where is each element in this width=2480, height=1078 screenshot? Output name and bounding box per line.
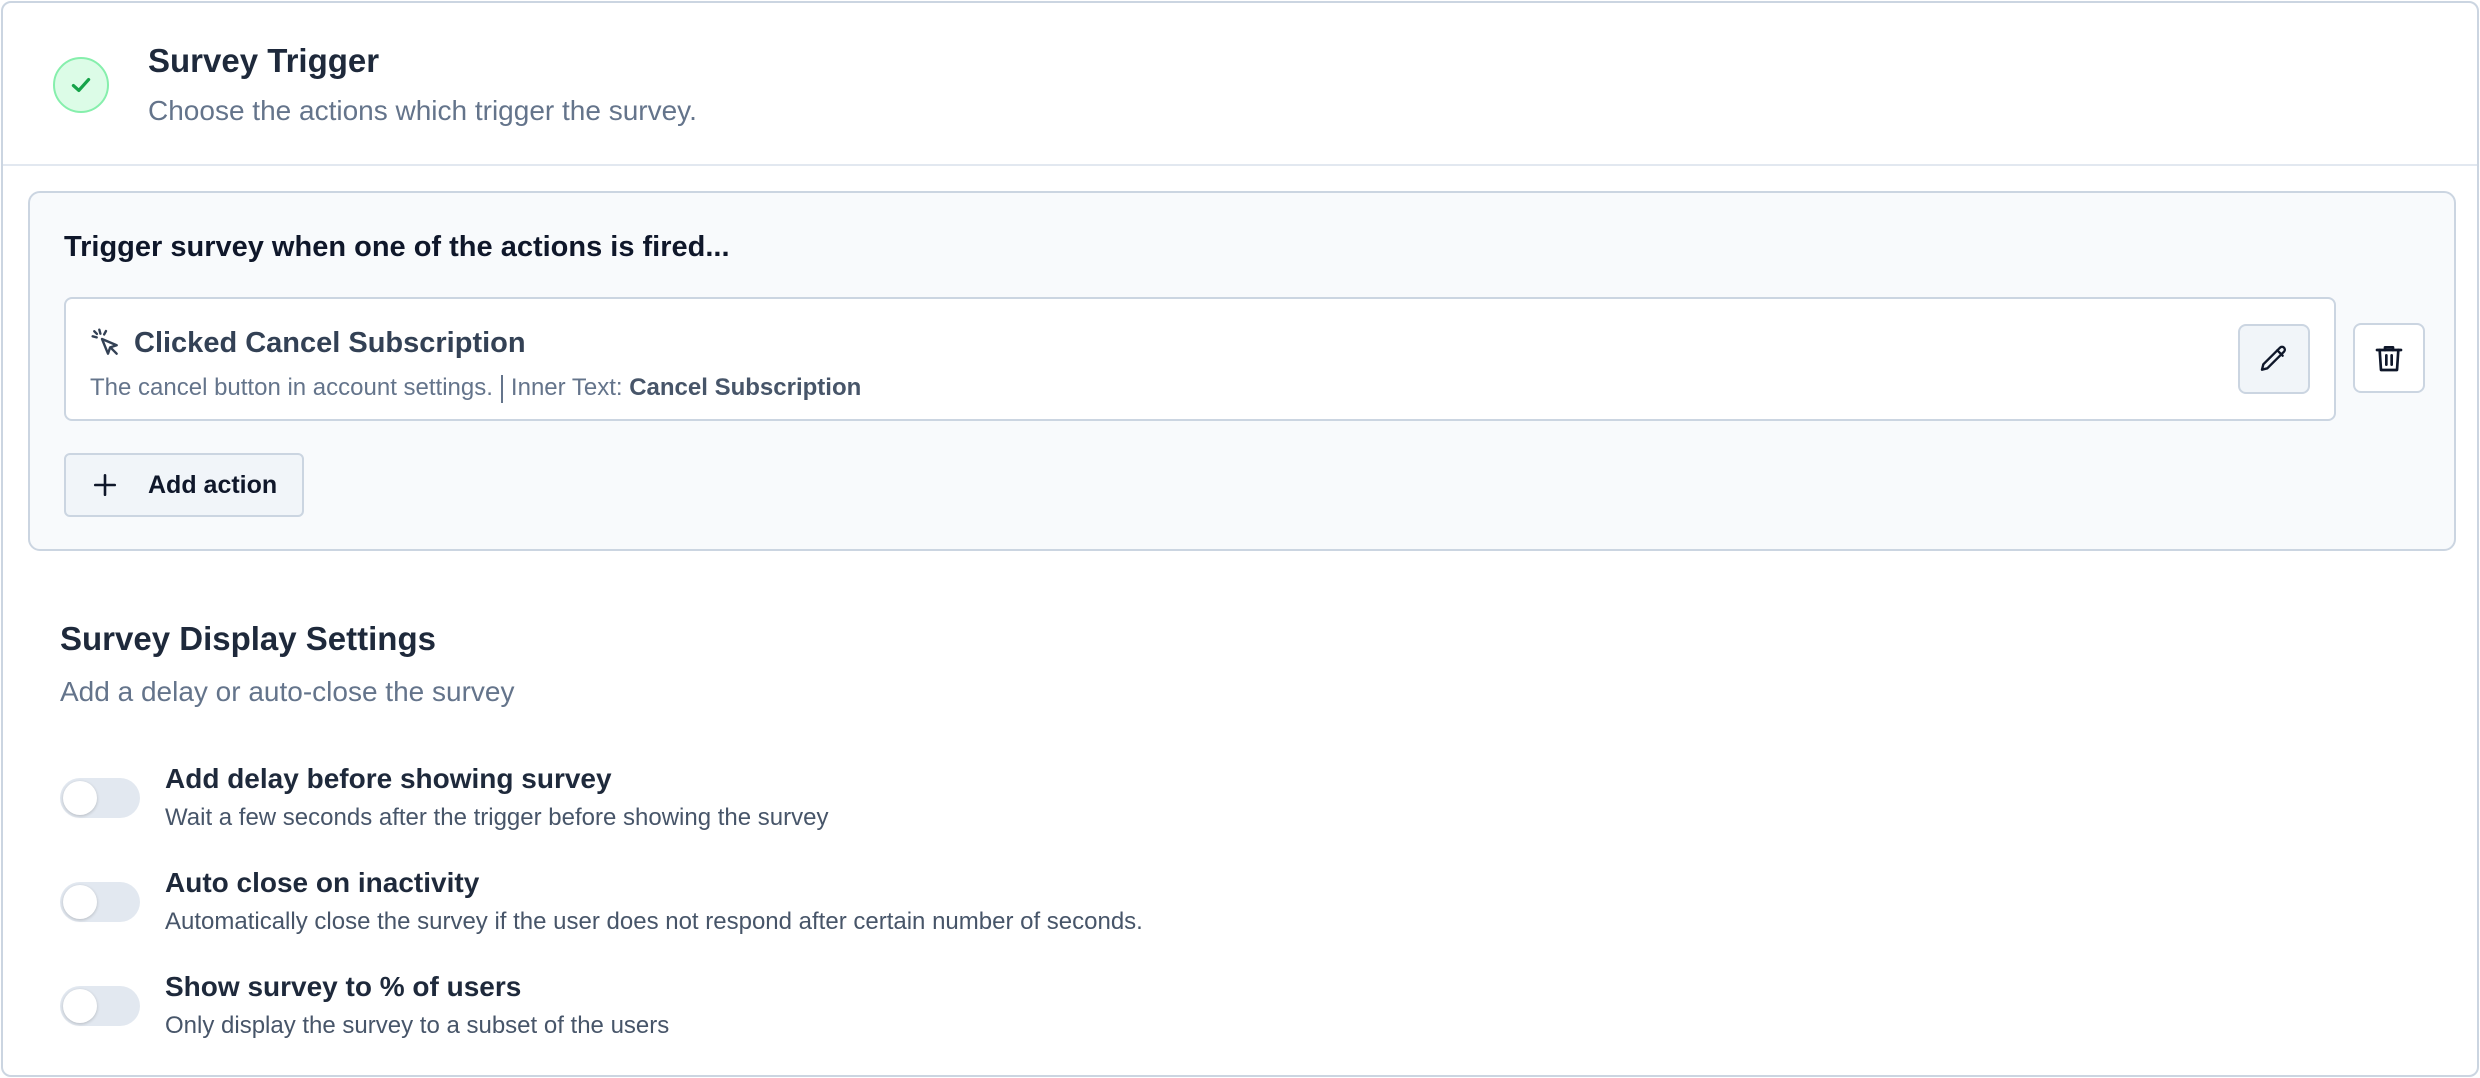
trigger-panel: Trigger survey when one of the actions i…: [28, 191, 2456, 551]
action-description-text: The cancel button in account settings.: [90, 374, 493, 401]
toggle-row-auto-close: Auto close on inactivity Automatically c…: [60, 867, 1460, 947]
check-icon: [53, 57, 109, 113]
add-action-button[interactable]: Add action: [64, 453, 304, 517]
action-item: Clicked Cancel Subscription The cancel b…: [64, 297, 2336, 421]
plus-icon: [93, 473, 117, 497]
display-settings-title: Survey Display Settings: [60, 620, 436, 657]
toggle-knob: [63, 781, 97, 815]
percentage-toggle[interactable]: [60, 986, 140, 1026]
trash-icon: [2375, 346, 2403, 372]
separator: [500, 374, 503, 403]
survey-trigger-header[interactable]: Survey Trigger Choose the actions which …: [3, 3, 2477, 166]
edit-action-button[interactable]: [2238, 324, 2310, 394]
inner-text-value: Cancel Subscription: [629, 374, 862, 401]
add-action-label: Add action: [148, 470, 278, 499]
toggle-description: Wait a few seconds after the trigger bef…: [165, 804, 829, 831]
delay-toggle[interactable]: [60, 778, 140, 818]
section-title: Survey Trigger: [148, 42, 380, 79]
inner-text-label: Inner Text:: [510, 374, 623, 401]
toggle-description: Only display the survey to a subset of t…: [165, 1012, 670, 1039]
toggle-knob: [63, 885, 97, 919]
toggle-row-delay: Add delay before showing survey Wait a f…: [60, 763, 1460, 843]
toggle-label: Add delay before showing survey: [165, 763, 612, 794]
pencil-icon: [2260, 345, 2287, 371]
toggle-description: Automatically close the survey if the us…: [165, 908, 1143, 935]
toggle-row-percentage: Show survey to % of users Only display t…: [60, 971, 1460, 1051]
section-description: Choose the actions which trigger the sur…: [148, 95, 697, 126]
toggle-label: Auto close on inactivity: [165, 867, 480, 898]
survey-settings-card: Survey Trigger Choose the actions which …: [1, 1, 2479, 1077]
toggle-label: Show survey to % of users: [165, 971, 522, 1002]
action-title: Clicked Cancel Subscription: [134, 327, 526, 359]
toggle-knob: [63, 989, 97, 1023]
auto-close-toggle[interactable]: [60, 882, 140, 922]
cursor-click-icon: [91, 328, 118, 355]
delete-action-button[interactable]: [2353, 323, 2425, 393]
action-description: The cancel button in account settings. In…: [90, 374, 861, 403]
display-settings-description: Add a delay or auto-close the survey: [60, 676, 515, 707]
trigger-heading: Trigger survey when one of the actions i…: [64, 231, 730, 263]
